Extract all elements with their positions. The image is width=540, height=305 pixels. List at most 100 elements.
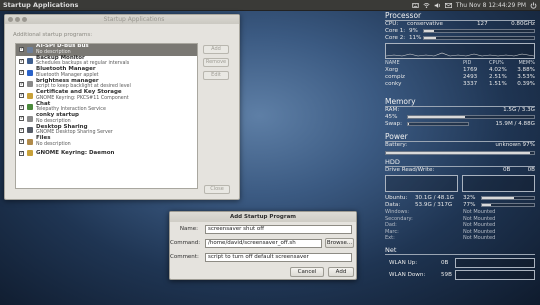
drive-name: Windows:: [385, 209, 410, 215]
core1-percent: 9%: [409, 28, 418, 34]
processor-heading: Processor: [385, 11, 422, 20]
drive-status: Not Mounted: [463, 228, 496, 235]
enabled-checkbox[interactable]: ✓: [19, 81, 24, 87]
wlan-up-label: WLAN Up:: [389, 260, 418, 266]
enabled-checkbox[interactable]: ✓: [19, 116, 24, 122]
process-cpu: 2.51%: [489, 74, 507, 80]
cancel-button[interactable]: Cancel: [290, 267, 324, 277]
filesystem-name: Data:: [385, 202, 401, 208]
core1-bar-fill: [424, 30, 434, 32]
drive-name: Marc:: [385, 228, 399, 235]
enabled-checkbox[interactable]: ✓: [19, 47, 24, 53]
ram-bar: [407, 115, 535, 119]
battery-bar-row: [385, 150, 537, 157]
program-icon: [27, 58, 33, 65]
startup-program-row[interactable]: ✓ conky startup No description: [16, 113, 197, 125]
enabled-checkbox[interactable]: ✓: [19, 139, 24, 145]
program-text: Chat Telepathy Interaction Service: [36, 101, 106, 113]
unmounted-drive-row: Ext: Not Mounted: [385, 235, 537, 241]
filesystem-percent: 32%: [463, 195, 476, 201]
enabled-checkbox[interactable]: ✓: [19, 70, 24, 76]
filesystem-row: Data: 53.9G / 317G 77%: [385, 202, 537, 209]
maximize-window-icon[interactable]: [22, 17, 27, 22]
wlan-down-label: WLAN Down:: [389, 272, 426, 278]
battery-value: unknown 97%: [495, 142, 535, 148]
cpu-graph-line: [385, 52, 535, 57]
drive-read-graph: [385, 175, 458, 192]
conky-monitor: Processor CPU: conservative 127 0.80GHz …: [381, 8, 540, 305]
process-name: Xorg: [385, 67, 399, 73]
add-startup-program-dialog: Add Startup Program Name: screensaver sh…: [169, 211, 357, 280]
program-name: conky startup: [36, 112, 79, 119]
startup-program-row[interactable]: ✓ AT-SPI D-Bus Bus No description: [16, 44, 197, 56]
startup-program-list[interactable]: ✓ AT-SPI D-Bus Bus No description ✓ Backup M…: [15, 43, 198, 189]
drive-rw-row: Drive Read/Write: 0B 0B: [385, 167, 537, 174]
cpu-governor: conservative: [407, 21, 443, 27]
startup-program-row[interactable]: ✓ Bluetooth Manager Bluetooth Manager appl…: [16, 67, 197, 79]
program-text: AT-SPI D-Bus Bus No description: [36, 44, 89, 55]
add-button[interactable]: Add: [203, 45, 229, 54]
process-mem: 0.39%: [517, 81, 535, 87]
drive-read-value: 0B: [503, 167, 511, 173]
swap-row: Swap: 15.9M / 4.88G: [385, 121, 537, 128]
drive-status: Not Mounted: [463, 235, 496, 241]
ram-value: 1.5G / 3.3G: [503, 107, 535, 113]
comment-field[interactable]: script to turn off default screensaver: [205, 253, 352, 262]
close-button[interactable]: Close: [204, 185, 230, 194]
window-titlebar[interactable]: Startup Applications: [5, 15, 239, 24]
core1-bar: [423, 29, 535, 33]
swap-label: Swap:: [385, 121, 402, 127]
drive-name: Secondary:: [385, 215, 413, 222]
program-text: conky startup No description: [36, 113, 79, 124]
startup-applications-window: Startup Applications Additional startup …: [4, 14, 240, 200]
core2-bar: [423, 36, 535, 40]
unmounted-drive-row: Dad: Not Mounted: [385, 222, 537, 228]
browse-button[interactable]: Browse...: [325, 238, 354, 248]
battery-label: Battery:: [385, 142, 408, 148]
power-heading: Power: [385, 132, 408, 141]
additional-programs-label: Additional startup programs:: [13, 32, 93, 38]
filesystem-bar: [481, 196, 535, 200]
startup-program-row[interactable]: ✓ Files No description: [16, 136, 197, 148]
startup-program-row[interactable]: ✓ GNOME Keyring: Daemon: [16, 148, 197, 160]
command-field[interactable]: /home/david/screensaver_off.sh: [205, 239, 322, 248]
swap-bar: [407, 122, 469, 126]
wlan-up-graph: [455, 258, 535, 268]
cpu-row: CPU: conservative 127 0.80GHz: [385, 21, 537, 28]
minimize-window-icon[interactable]: [15, 17, 20, 22]
process-name: compiz: [385, 74, 405, 80]
enabled-checkbox[interactable]: ✓: [19, 150, 24, 156]
process-pid: 2493: [463, 74, 478, 80]
program-icon: [27, 150, 33, 157]
add-confirm-button[interactable]: Add: [328, 267, 354, 277]
ram-bar-row: 45%: [385, 114, 537, 121]
core1-label: Core 1:: [385, 28, 406, 34]
enabled-checkbox[interactable]: ✓: [19, 104, 24, 110]
filesystem-usage: 53.9G / 317G: [415, 202, 453, 208]
battery-bar-fill: [386, 152, 530, 154]
cpu-temp: 127: [477, 21, 488, 27]
wlan-up-value: 0B: [441, 260, 449, 266]
enabled-checkbox[interactable]: ✓: [19, 93, 24, 99]
startup-program-row[interactable]: ✓ Certificate and Key Storage GNOME Keyrin…: [16, 90, 197, 102]
filesystem-bar-fill: [482, 204, 491, 206]
drive-write-value: 0B: [527, 167, 535, 173]
program-text: GNOME Keyring: Daemon: [36, 149, 115, 157]
command-label: Command:: [170, 240, 201, 246]
enabled-checkbox[interactable]: ✓: [19, 127, 24, 133]
close-window-icon[interactable]: [8, 17, 13, 22]
drive-rw-label: Drive Read/Write:: [385, 167, 435, 173]
name-field[interactable]: screensaver shut off: [205, 225, 352, 234]
program-name: Certificate and Key Storage: [36, 89, 122, 96]
process-mem: 3.88%: [517, 67, 535, 73]
filesystem-name: Ubuntu:: [385, 195, 408, 201]
remove-button[interactable]: Remove: [203, 58, 229, 67]
col-pid: PID: [463, 60, 472, 66]
program-name: GNOME Keyring: Daemon: [36, 149, 115, 156]
cpu-label: CPU:: [385, 21, 399, 27]
net-divider: [385, 254, 535, 255]
process-cpu: 1.51%: [489, 81, 507, 87]
enabled-checkbox[interactable]: ✓: [19, 58, 24, 64]
edit-button[interactable]: Edit: [203, 71, 229, 80]
ram-row: RAM: 1.5G / 3.3G: [385, 107, 537, 114]
